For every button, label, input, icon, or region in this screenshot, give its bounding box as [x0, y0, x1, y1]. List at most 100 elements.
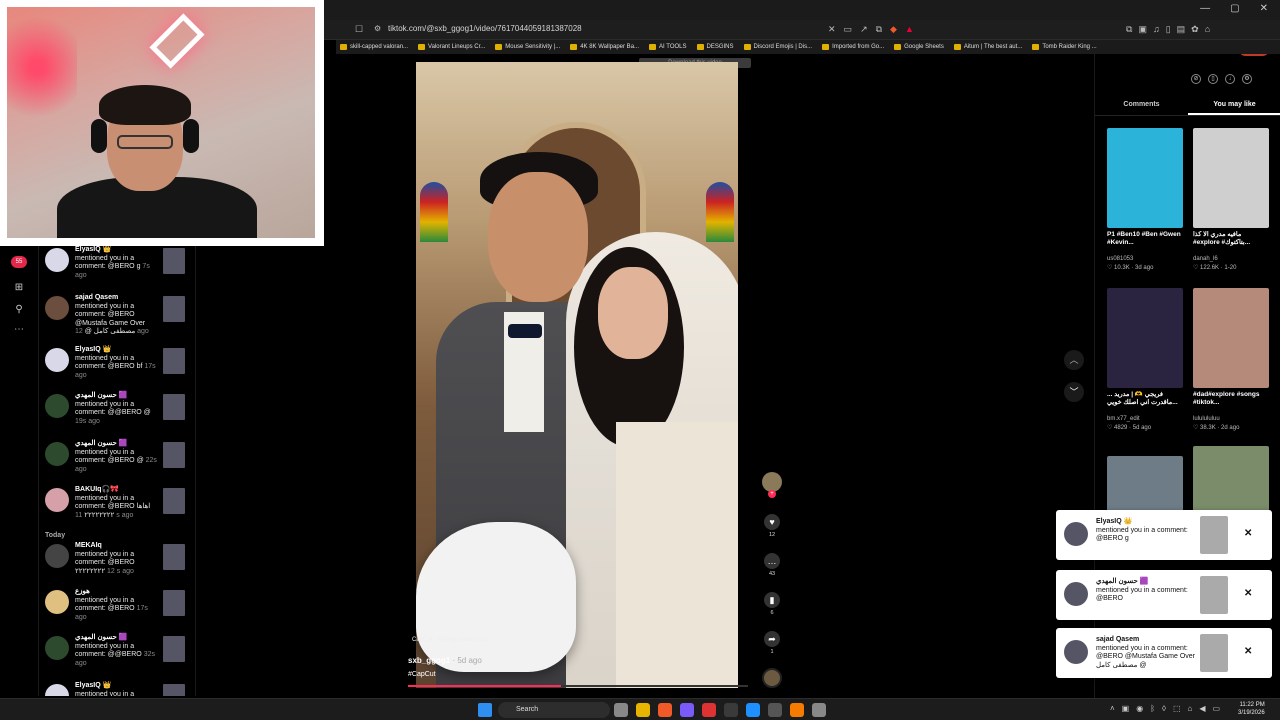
- bookmark-item[interactable]: Discord Emojis | Dis...: [743, 44, 812, 50]
- share-icon[interactable]: ↗: [860, 24, 868, 35]
- brave-shield-icon[interactable]: ◆: [890, 24, 897, 35]
- phone-icon[interactable]: ▯: [1208, 74, 1218, 84]
- video-thumbnail[interactable]: [163, 544, 185, 570]
- video-thumbnail[interactable]: [163, 684, 185, 696]
- app-icon[interactable]: [746, 703, 760, 717]
- bookmark-star-icon[interactable]: ☐: [355, 24, 363, 35]
- video-thumbnail[interactable]: [163, 296, 185, 322]
- extension-icon[interactable]: ⧉: [1126, 24, 1132, 35]
- notification-toast[interactable]: حسون المهدي 🟪 mentioned you in a comment:…: [1056, 570, 1272, 620]
- bookmark-item[interactable]: Mouse Sensitivity |...: [495, 44, 560, 50]
- video-thumbnail[interactable]: [1107, 128, 1183, 228]
- more-icon[interactable]: ⋯: [13, 324, 25, 336]
- video-thumbnail[interactable]: [163, 394, 185, 420]
- like-button[interactable]: ♥ 12: [762, 514, 782, 538]
- video-user[interactable]: us081053: [1107, 256, 1183, 262]
- app-icon[interactable]: [768, 703, 782, 717]
- bookmark-item[interactable]: DESGINS: [696, 44, 734, 50]
- close-icon[interactable]: ✕: [1244, 646, 1252, 657]
- notification-toast[interactable]: ElyasIQ 👑 mentioned you in a comment: @BE…: [1056, 510, 1272, 560]
- follow-plus-icon[interactable]: +: [768, 490, 776, 498]
- notification-user[interactable]: حسون المهدي 🟪: [75, 634, 127, 641]
- video-author[interactable]: sxb_ggog1 · 5d ago: [408, 656, 482, 665]
- comment-button[interactable]: … 43: [762, 553, 782, 577]
- app-icon[interactable]: [790, 703, 804, 717]
- tab-comments[interactable]: Comments: [1095, 98, 1188, 115]
- tab-you-may-like[interactable]: You may like: [1188, 98, 1280, 115]
- share-button[interactable]: ➦ 1: [762, 631, 782, 655]
- avatar[interactable]: [1064, 582, 1088, 606]
- avatar[interactable]: [45, 684, 69, 696]
- avatar[interactable]: [45, 394, 69, 418]
- tray-icon[interactable]: ◉: [1136, 704, 1143, 713]
- avatar[interactable]: [1064, 640, 1088, 664]
- video-thumbnail[interactable]: [163, 442, 185, 468]
- bookmark-item[interactable]: 4K 8K Wallpaper Ba...: [570, 44, 639, 50]
- notification-user[interactable]: MEKAIq: [75, 542, 102, 549]
- avatar[interactable]: [45, 590, 69, 614]
- site-info-icon[interactable]: ⚙: [374, 24, 381, 33]
- video-description[interactable]: مافيه مدري الا كذا #explore #بتاكتوك...: [1193, 231, 1269, 255]
- notification-user[interactable]: ElyasIQ 👑: [75, 682, 111, 689]
- recommended-video-card[interactable]: فريجي 🫶 | مدريد ... ماقدرت اني اصلك خويي…: [1107, 288, 1183, 431]
- rewards-icon[interactable]: ▲: [905, 24, 914, 35]
- no-tracking-icon[interactable]: ✕: [828, 24, 836, 35]
- toast-user[interactable]: ElyasIQ 👑: [1096, 518, 1132, 525]
- app-icon[interactable]: [724, 703, 738, 717]
- video-thumbnail[interactable]: [1200, 516, 1228, 554]
- bookmark-item[interactable]: Google Sheets: [894, 44, 944, 50]
- bookmark-item[interactable]: skill-capped valoran...: [340, 44, 408, 50]
- battery-icon[interactable]: ▭: [1213, 704, 1221, 713]
- discord-icon[interactable]: [680, 703, 694, 717]
- close-icon[interactable]: ✕: [1260, 3, 1268, 14]
- network-icon[interactable]: ⌂: [1188, 704, 1193, 713]
- video-thumbnail[interactable]: [1193, 128, 1269, 228]
- close-icon[interactable]: ✕: [1244, 528, 1252, 539]
- extension-icon[interactable]: ✿: [1191, 24, 1199, 35]
- chevron-up-icon[interactable]: ˄: [1110, 704, 1115, 713]
- avatar[interactable]: [45, 442, 69, 466]
- windows-start-icon[interactable]: [478, 703, 492, 717]
- mic-icon[interactable]: ◊: [1162, 704, 1166, 713]
- bluetooth-icon[interactable]: ᛒ: [1150, 704, 1155, 713]
- taskbar-search[interactable]: Search: [498, 702, 610, 718]
- extension-icon[interactable]: ▯: [1166, 24, 1171, 35]
- avatar[interactable]: [45, 248, 69, 272]
- video-description[interactable]: #dad#explore #songs #tiktok...: [1193, 391, 1269, 415]
- video-thumbnail[interactable]: [163, 248, 185, 274]
- save-button[interactable]: ▮ 6: [762, 592, 782, 616]
- video-progress-bar[interactable]: [408, 685, 748, 687]
- extension-icon[interactable]: ⌂: [1205, 24, 1210, 35]
- video-user[interactable]: lululululuu: [1193, 416, 1269, 422]
- bookmark-item[interactable]: Valorant Lineups Cr...: [418, 44, 485, 50]
- notification-user[interactable]: ElyasIQ 👑: [75, 346, 111, 353]
- video-user[interactable]: bm.x77_edit: [1107, 416, 1183, 422]
- video-user[interactable]: danah_l6: [1193, 256, 1269, 262]
- settings-icon[interactable]: ⚙: [1242, 74, 1252, 84]
- extension-icon[interactable]: ▤: [1177, 24, 1186, 35]
- recommended-video-card[interactable]: مافيه مدري الا كذا #explore #بتاكتوك... d…: [1193, 128, 1269, 271]
- recommended-video-card[interactable]: P1 #Ben10 #Ben #Gwen #Kevin... us081053 ♡ …: [1107, 128, 1183, 271]
- add-icon[interactable]: ⊞: [13, 282, 25, 294]
- notification-badge[interactable]: 55: [11, 256, 27, 268]
- tray-icon[interactable]: ▣: [1122, 704, 1130, 713]
- link-icon[interactable]: ⊘: [1191, 74, 1201, 84]
- next-video-button[interactable]: ﹀: [1064, 382, 1084, 402]
- avatar[interactable]: [45, 488, 69, 512]
- app-icon[interactable]: [812, 703, 826, 717]
- notification-user[interactable]: sajad Qasem: [75, 294, 118, 301]
- notification-user[interactable]: حسون المهدي 🟪: [75, 392, 127, 399]
- video-player[interactable]: [416, 62, 738, 688]
- close-icon[interactable]: ✕: [1244, 588, 1252, 599]
- video-description[interactable]: P1 #Ben10 #Ben #Gwen #Kevin...: [1107, 231, 1183, 255]
- brave-icon[interactable]: [658, 703, 672, 717]
- extension-icon[interactable]: ♫: [1153, 24, 1160, 35]
- notification-toast[interactable]: sajad Qasem mentioned you in a comment: @…: [1056, 628, 1272, 678]
- volume-icon[interactable]: ◀: [1199, 704, 1205, 713]
- recommended-video-card[interactable]: #dad#explore #songs #tiktok... lululululu…: [1193, 288, 1269, 431]
- avatar[interactable]: [45, 296, 69, 320]
- video-thumbnail[interactable]: [163, 636, 185, 662]
- toast-user[interactable]: sajad Qasem: [1096, 636, 1139, 643]
- url-text[interactable]: tiktok.com/@sxb_ggog1/video/761704405918…: [388, 24, 582, 33]
- file-explorer-icon[interactable]: [636, 703, 650, 717]
